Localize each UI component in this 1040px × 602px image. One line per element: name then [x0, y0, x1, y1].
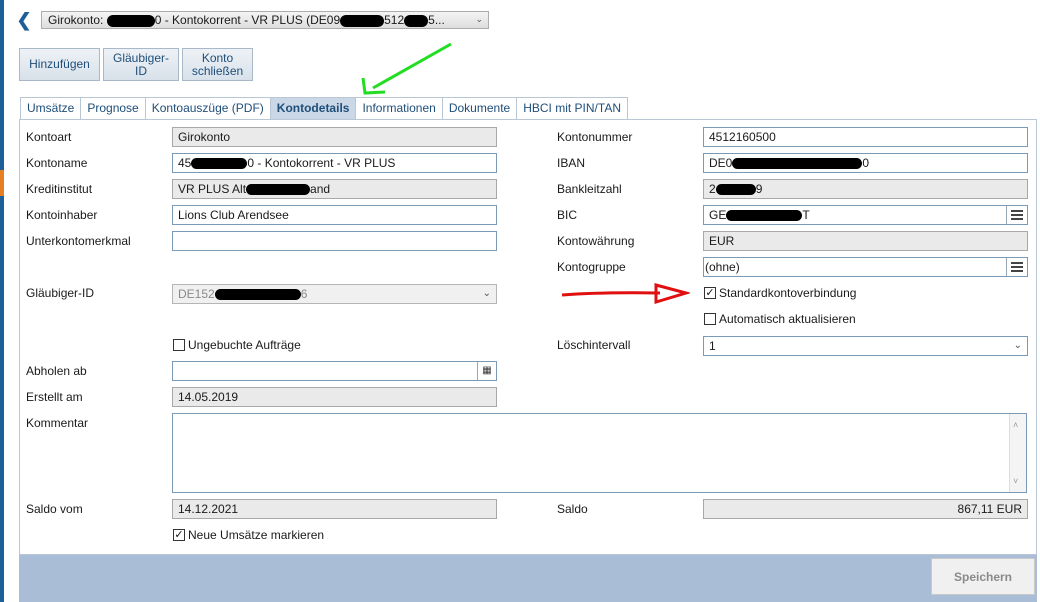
- kontowaehrung-label: Kontowährung: [557, 234, 635, 248]
- chevron-down-icon: ⌄: [1013, 340, 1022, 351]
- redaction: [732, 158, 863, 170]
- saldo-field: 867,11 EUR: [703, 499, 1028, 519]
- green-annotation-arrow: [361, 42, 452, 95]
- kontoname-label: Kontoname: [26, 156, 88, 170]
- neue-umsaetze-checkbox[interactable]: ✓: [173, 529, 185, 541]
- redaction: [246, 184, 311, 196]
- kontonummer-field[interactable]: 4512160500: [703, 127, 1028, 147]
- redaction: [340, 14, 385, 27]
- erstellt-am-label: Erstellt am: [26, 390, 83, 404]
- unterkontomerkmal-field[interactable]: [172, 231, 497, 251]
- account-selector[interactable]: Girokonto: 0 - Kontokorrent - VR PLUS (D…: [41, 11, 489, 29]
- account-prefix: Girokonto:: [48, 13, 104, 27]
- kontoart-label: Kontoart: [26, 130, 72, 144]
- scroll-down-icon[interactable]: ˅: [1013, 472, 1018, 490]
- kontoname-field[interactable]: 45 0 - Kontokorrent - VR PLUS: [172, 153, 497, 173]
- tab-prognose[interactable]: Prognose: [80, 97, 146, 119]
- kontogruppe-label: Kontogruppe: [557, 260, 626, 274]
- kommentar-textarea[interactable]: ˄ ˅: [172, 413, 1027, 493]
- account-mid: 0 - Kontokorrent - VR PLUS (DE09: [154, 13, 341, 27]
- loeschintervall-label: Löschintervall: [557, 338, 631, 352]
- footer-bar: [19, 555, 1037, 602]
- standardkonto-label: Standardkontoverbindung: [719, 286, 857, 300]
- save-button[interactable]: Speichern: [931, 558, 1035, 595]
- redaction: [106, 14, 155, 27]
- loeschintervall-select[interactable]: 1 ⌄: [703, 336, 1028, 356]
- kreditinstitut-field[interactable]: VR PLUS Alt and: [172, 179, 497, 199]
- abholen-ab-field[interactable]: ▦: [172, 361, 497, 381]
- kontogruppe-field[interactable]: (ohne): [703, 257, 1028, 277]
- unterkontomerkmal-label: Unterkontomerkmal: [26, 234, 131, 248]
- saldo-vom-label: Saldo vom: [26, 502, 83, 516]
- auto-update-label: Automatisch aktualisieren: [719, 312, 856, 326]
- left-edge-bar: [0, 0, 4, 602]
- redaction: [214, 289, 301, 301]
- left-edge-accent: [0, 170, 4, 196]
- kommentar-scrollbar[interactable]: ˄ ˅: [1009, 414, 1026, 492]
- ungebuchte-checkbox[interactable]: [173, 339, 185, 351]
- bankleitzahl-label: Bankleitzahl: [557, 182, 622, 196]
- redaction: [715, 184, 756, 196]
- redaction: [191, 158, 248, 170]
- abholen-ab-label: Abholen ab: [26, 364, 87, 378]
- glaeubiger-id-label: Gläubiger-ID: [26, 286, 95, 300]
- iban-field[interactable]: DE0 0: [703, 153, 1028, 173]
- account-end: 5...: [428, 13, 445, 27]
- calendar-icon[interactable]: ▦: [477, 362, 496, 380]
- redaction: [726, 210, 803, 222]
- glaeubiger-id-select[interactable]: DE152 6 ⌄: [172, 284, 497, 304]
- ungebuchte-label: Ungebuchte Aufträge: [188, 338, 301, 352]
- account-tail: 512: [384, 13, 405, 27]
- neue-umsaetze-label: Neue Umsätze markieren: [188, 528, 325, 542]
- chevron-down-icon: ⌄: [475, 14, 483, 24]
- saldo-vom-field: 14.12.2021: [172, 499, 497, 519]
- standardkonto-checkbox[interactable]: ✓: [704, 287, 716, 299]
- tab-umsaetze[interactable]: Umsätze: [20, 97, 82, 119]
- red-annotation-arrow: [561, 283, 690, 305]
- kontoinhaber-label: Kontoinhaber: [26, 208, 98, 222]
- tab-informationen[interactable]: Informationen: [355, 97, 443, 119]
- back-arrow-icon[interactable]: ❮: [14, 10, 34, 30]
- bankleitzahl-field: 29: [703, 179, 1028, 199]
- add-button[interactable]: Hinzufügen: [19, 48, 100, 81]
- tab-bar: Umsätze Prognose Kontoauszüge (PDF) Kont…: [20, 97, 628, 119]
- kontoinhaber-field[interactable]: Lions Club Arendsee: [172, 205, 497, 225]
- close-account-button[interactable]: Konto schließen: [182, 48, 253, 81]
- list-icon[interactable]: [1006, 206, 1027, 224]
- list-icon[interactable]: [1006, 258, 1027, 276]
- iban-label: IBAN: [557, 156, 586, 170]
- tab-kontoauszuege[interactable]: Kontoauszüge (PDF): [144, 97, 271, 119]
- bic-label: BIC: [557, 208, 578, 222]
- saldo-label: Saldo: [557, 502, 588, 516]
- kontoart-field[interactable]: Girokonto: [172, 127, 497, 147]
- creditor-id-button[interactable]: Gläubiger-ID: [103, 48, 179, 81]
- scroll-up-icon[interactable]: ˄: [1013, 416, 1018, 434]
- kreditinstitut-label: Kreditinstitut: [26, 182, 93, 196]
- bic-field[interactable]: GE T: [703, 205, 1028, 225]
- kontowaehrung-field: EUR: [703, 231, 1028, 251]
- erstellt-am-field: 14.05.2019: [172, 387, 497, 407]
- tab-dokumente[interactable]: Dokumente: [441, 97, 518, 119]
- redaction: [404, 14, 429, 27]
- chevron-down-icon: ⌄: [482, 288, 491, 299]
- kommentar-label: Kommentar: [26, 416, 89, 430]
- tab-kontodetails[interactable]: Kontodetails: [269, 97, 357, 119]
- kontonummer-label: Kontonummer: [557, 130, 633, 144]
- tab-hbci[interactable]: HBCI mit PIN/TAN: [516, 97, 628, 119]
- auto-update-checkbox[interactable]: [704, 313, 716, 325]
